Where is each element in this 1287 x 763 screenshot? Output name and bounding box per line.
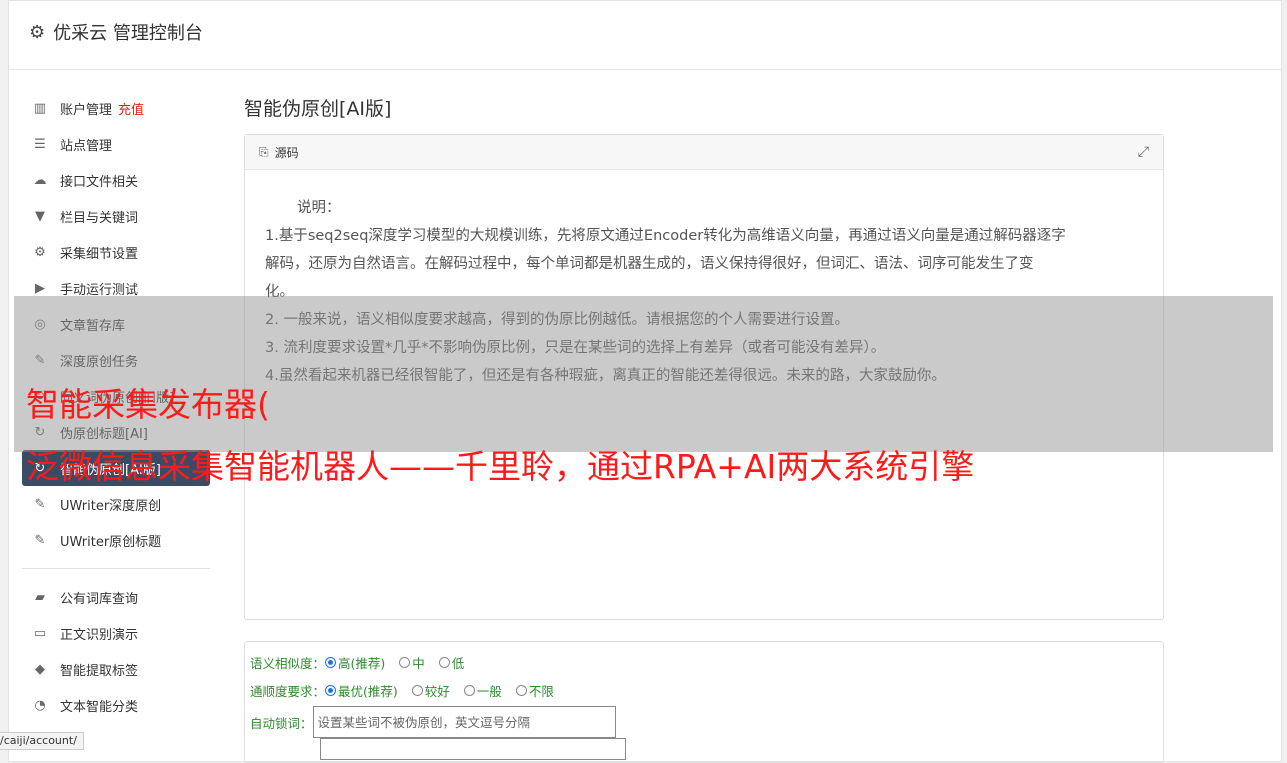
sidebar-item-uwriter-deep[interactable]: ✎ UWriter深度原创 (22, 486, 210, 522)
filter-icon: ▼ (35, 208, 45, 224)
recharge-link[interactable]: 充值 (118, 99, 144, 118)
lock-label: 自动锁词： (250, 715, 313, 731)
tag-icon: ◆ (35, 661, 45, 677)
radio-label: 较好 (424, 683, 450, 699)
gears-icon: ⚙ (34, 244, 46, 260)
sidebar-item-label: UWriter原创标题 (60, 534, 162, 550)
fluency-row: 通顺度要求： 最优(推荐) 较好 一般 不限 (245, 676, 1163, 704)
sidebar-item-label: 公有词库查询 (60, 591, 139, 607)
sidebar-item-label: 智能提取标签 (60, 663, 139, 679)
radio-label: 最优(推荐) (338, 683, 398, 699)
sidebar-item-label: 文本智能分类 (60, 699, 139, 715)
sidebar-item-text-recognition[interactable]: ▭ 正文识别演示 (22, 615, 210, 651)
sidebar-item-columns-keywords[interactable]: ▼ 栏目与关键词 (22, 198, 210, 234)
radio-icon (411, 684, 423, 696)
second-input[interactable] (320, 738, 626, 760)
similarity-high-radio[interactable]: 高(推荐) (325, 653, 385, 672)
similarity-low-radio[interactable]: 低 (438, 653, 465, 672)
desktop-icon: ▭ (33, 625, 47, 641)
fluency-label: 通顺度要求： (250, 683, 326, 699)
radio-icon (438, 656, 450, 668)
overlay-line-1: 智能采集发布器( (26, 385, 270, 424)
similarity-mid-radio[interactable]: 中 (399, 653, 425, 672)
radio-label: 低 (451, 655, 465, 671)
pie-chart-icon: ◔ (34, 697, 46, 713)
panel-title: 源码 (274, 145, 299, 160)
note-title: 说明： (297, 200, 341, 216)
radio-icon (515, 684, 527, 696)
radio-icon (463, 684, 475, 696)
sidebar-item-interface-files[interactable]: ☁ 接口文件相关 (22, 162, 210, 198)
gear-icon: ⚙ (29, 21, 46, 43)
sidebar-item-label: 采集细节设置 (60, 246, 139, 262)
radio-label: 不限 (528, 683, 554, 699)
book-icon: ▰ (35, 589, 45, 605)
edit-icon: ✎ (34, 496, 46, 512)
sidebar-item-label: 栏目与关键词 (60, 210, 139, 226)
sidebar-item-sites[interactable]: ☰ 站点管理 (22, 126, 210, 162)
sidebar-item-collect-settings[interactable]: ⚙ 采集细节设置 (22, 234, 210, 270)
lock-words-input[interactable] (312, 706, 616, 738)
sidebar-item-public-dict[interactable]: ▰ 公有词库查询 (22, 579, 210, 615)
note-line: 1.基于seq2seq深度学习模型的大规模训练，先将原文通过Encoder转化为… (265, 228, 1066, 244)
bar-chart-icon: ▥ (33, 100, 47, 116)
sidebar-item-label: 账户管理 (60, 102, 113, 118)
settings-form: 语义相似度： 高(推荐) 中 低 通顺度要求： 最优(推荐) 较好 一般 不限 … (244, 641, 1164, 763)
sidebar-item-label: 正文识别演示 (60, 627, 139, 643)
radio-label: 一般 (476, 683, 502, 699)
panel-header: ⎘ 源码 ⤢ (245, 135, 1163, 170)
edit-icon: ✎ (34, 532, 46, 548)
brand[interactable]: ⚙ 优采云 管理控制台 (29, 19, 203, 45)
sidebar-item-uwriter-title[interactable]: ✎ UWriter原创标题 (22, 522, 210, 558)
similarity-row: 语义相似度： 高(推荐) 中 低 (245, 648, 1163, 676)
radio-icon (399, 656, 411, 668)
overlay-line-2: 泛微信息采集智能机器人——千里聆，通过RPA+AI两大系统引擎 (26, 447, 975, 486)
sidebar-item-account[interactable]: ▥ 账户管理 充值 (22, 90, 210, 126)
app-title: 优采云 管理控制台 (53, 23, 203, 44)
fluency-best-radio[interactable]: 最优(推荐) (325, 681, 398, 700)
radio-label: 高(推荐) (338, 655, 386, 671)
sidebar-item-label: 手动运行测试 (60, 282, 139, 298)
radio-label: 中 (412, 655, 425, 671)
page-title: 智能伪原创[AI版] (244, 98, 392, 120)
fluency-good-radio[interactable]: 较好 (411, 681, 450, 700)
play-circle-icon: ▶ (35, 280, 45, 296)
sidebar-divider (22, 568, 210, 569)
sidebar-item-extract-tags[interactable]: ◆ 智能提取标签 (22, 651, 210, 687)
watermark-overlay (14, 296, 1273, 452)
expand-icon[interactable]: ⤢ (1138, 144, 1149, 160)
cloud-upload-icon: ☁ (33, 172, 47, 188)
note-line: 解码，还原为自然语言。在解码过程中，每个单词都是机器生成的，语义保持得很好，但词… (265, 256, 1034, 272)
fluency-any-radio[interactable]: 不限 (515, 681, 554, 700)
similarity-label: 语义相似度： (250, 655, 326, 671)
sidebar-item-text-classify[interactable]: ◔ 文本智能分类 (22, 687, 210, 723)
code-file-icon: ⎘ (259, 144, 269, 159)
lock-row: 自动锁词： (245, 704, 1163, 740)
radio-icon (325, 684, 337, 696)
top-header: ⚙ 优采云 管理控制台 (9, 1, 1281, 70)
status-bar-url: /caiji/account/ (0, 732, 84, 750)
radio-icon (325, 656, 337, 668)
fluency-normal-radio[interactable]: 一般 (463, 681, 502, 700)
server-icon: ☰ (34, 136, 46, 152)
sidebar-item-label: 站点管理 (60, 138, 113, 154)
sidebar-item-label: UWriter深度原创 (60, 498, 162, 514)
sidebar-item-label: 接口文件相关 (60, 174, 139, 190)
